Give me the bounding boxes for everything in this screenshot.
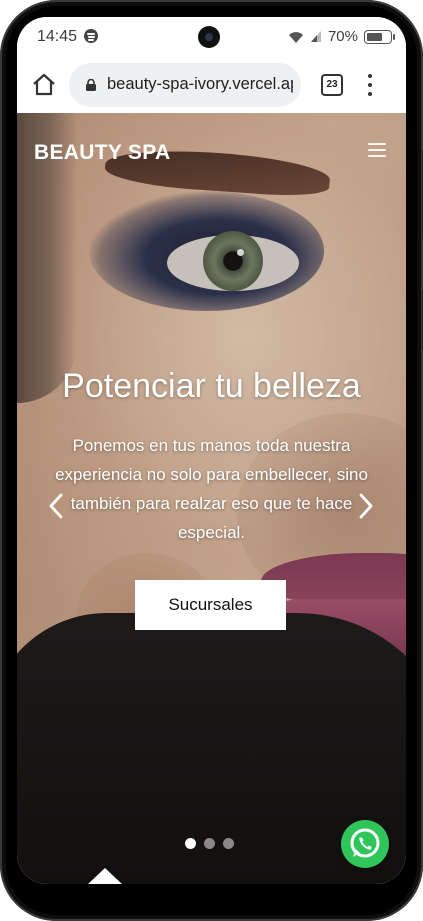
front-camera xyxy=(198,26,220,48)
status-bar: 14:45 70% xyxy=(17,17,406,57)
spotify-icon xyxy=(84,29,98,43)
whatsapp-button[interactable] xyxy=(341,820,389,868)
wifi-icon xyxy=(288,31,303,43)
system-icons: 70% xyxy=(288,28,395,45)
home-icon[interactable] xyxy=(31,72,57,98)
phone-frame: 14:45 70% beauty-spa-ivory.vercel.ap 23 … xyxy=(0,0,423,921)
carousel-indicators xyxy=(185,838,234,849)
chevron-right-icon[interactable] xyxy=(358,492,374,520)
screen: 14:45 70% beauty-spa-ivory.vercel.ap 23 … xyxy=(17,17,406,884)
hero-carousel: BEAUTY SPA Potenciar tu belleza Ponemos … xyxy=(17,113,406,884)
status-time: 14:45 xyxy=(37,28,78,45)
url-text[interactable]: beauty-spa-ivory.vercel.ap xyxy=(107,75,293,94)
signal-icon xyxy=(310,31,321,42)
battery-icon xyxy=(364,29,395,44)
nav-gesture-marker xyxy=(87,868,123,884)
chevron-left-icon[interactable] xyxy=(48,492,64,520)
lock-icon xyxy=(86,79,96,91)
battery-percent: 70% xyxy=(327,28,358,45)
carousel-dot-1[interactable] xyxy=(185,838,196,849)
carousel-dot-3[interactable] xyxy=(223,838,234,849)
more-vert-icon[interactable] xyxy=(367,74,373,96)
whatsapp-icon xyxy=(350,828,380,858)
tabs-button[interactable]: 23 xyxy=(321,74,343,96)
browser-toolbar: beauty-spa-ivory.vercel.ap 23 xyxy=(17,57,406,113)
hero-title: Potenciar tu belleza xyxy=(62,367,361,405)
hero-description: Ponemos en tus manos toda nuestra experi… xyxy=(55,436,368,542)
sucursales-button[interactable]: Sucursales xyxy=(135,580,286,630)
site-logo[interactable]: BEAUTY SPA xyxy=(34,141,170,165)
address-bar[interactable]: beauty-spa-ivory.vercel.ap xyxy=(69,63,301,107)
hamburger-menu-icon[interactable] xyxy=(368,143,386,157)
carousel-dot-2[interactable] xyxy=(204,838,215,849)
